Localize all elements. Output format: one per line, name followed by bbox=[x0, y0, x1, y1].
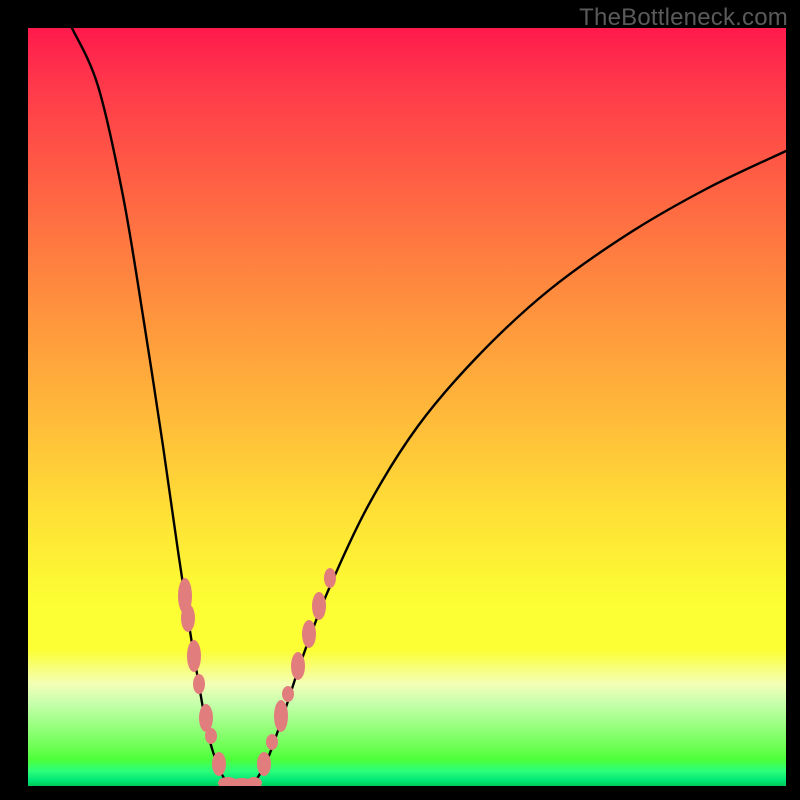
left-scatter-point bbox=[205, 728, 217, 744]
right-scatter-point bbox=[282, 686, 294, 702]
right-scatter-point bbox=[324, 568, 336, 588]
left-scatter-point bbox=[187, 640, 201, 672]
plot-area bbox=[28, 28, 786, 786]
right-scatter-point bbox=[257, 752, 271, 776]
bottom-scatter-point bbox=[246, 777, 262, 786]
curve-overlay bbox=[28, 28, 786, 786]
chart-frame: TheBottleneck.com bbox=[0, 0, 800, 800]
left-scatter-point bbox=[193, 674, 205, 694]
left-scatter-point bbox=[212, 752, 226, 776]
right-scatter-point bbox=[302, 620, 316, 648]
watermark-text: TheBottleneck.com bbox=[579, 4, 788, 32]
right-scatter-point bbox=[312, 592, 326, 620]
left-scatter-point bbox=[181, 604, 195, 632]
right-scatter-point bbox=[291, 652, 305, 680]
bottleneck-curve-right bbox=[248, 151, 786, 786]
bottleneck-curve-left bbox=[72, 28, 233, 786]
left-scatter-point bbox=[199, 704, 213, 732]
right-scatter-point bbox=[266, 734, 278, 750]
right-scatter-point bbox=[274, 700, 288, 732]
